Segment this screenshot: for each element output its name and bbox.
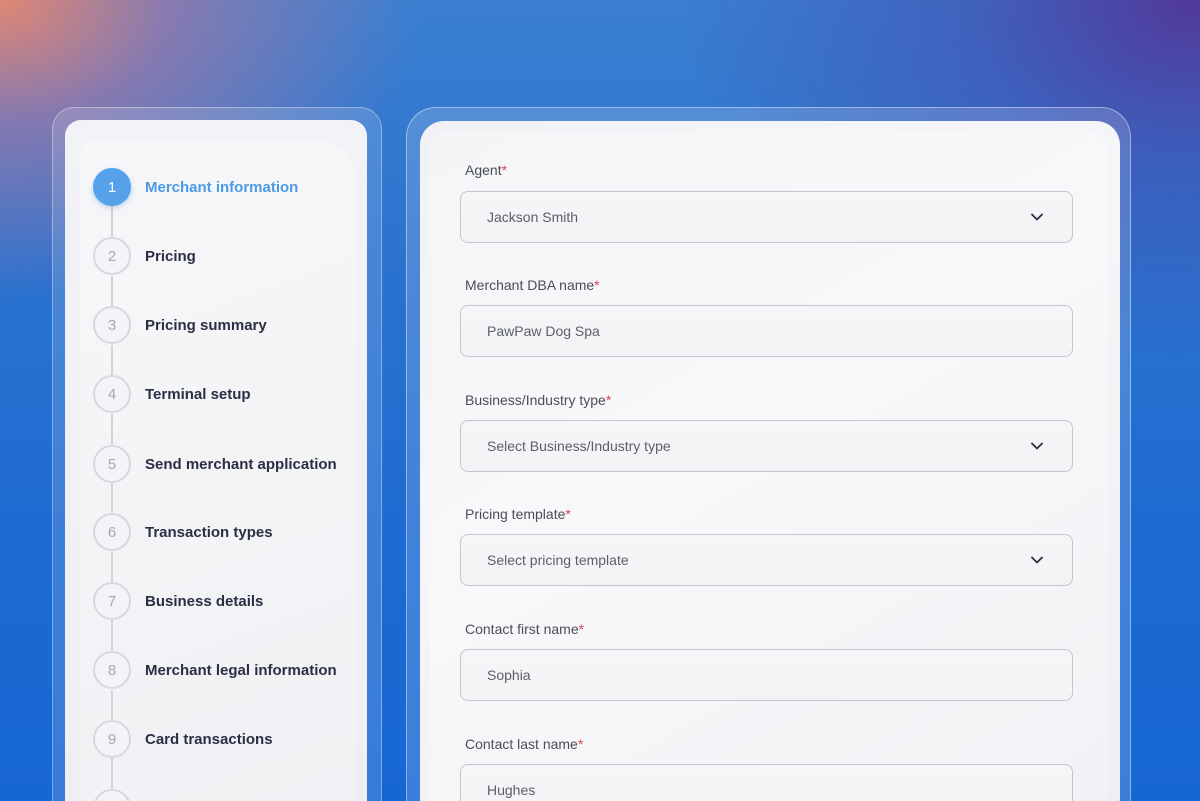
step-card-transactions[interactable]: 9 Card transactions bbox=[93, 720, 355, 758]
step-send-merchant-application[interactable]: 5 Send merchant application bbox=[93, 445, 355, 483]
industry-type-select[interactable]: Select Business/Industry type bbox=[460, 420, 1073, 472]
dba-name-value: PawPaw Dog Spa bbox=[487, 323, 600, 339]
step-business-details[interactable]: 7 Business details bbox=[93, 582, 355, 620]
step-label: Pricing bbox=[145, 247, 196, 265]
step-label: Pricing summary bbox=[145, 316, 267, 334]
agent-select-value: Jackson Smith bbox=[487, 209, 579, 225]
step-number: 6 bbox=[93, 513, 131, 551]
step-connector bbox=[111, 483, 113, 514]
contact-last-name-value: Hughes bbox=[487, 782, 536, 798]
step-label: Business details bbox=[145, 592, 264, 610]
step-merchant-information[interactable]: 1 Merchant information bbox=[93, 168, 355, 206]
step-connector bbox=[111, 414, 113, 445]
step-label: Card transactions bbox=[145, 730, 273, 748]
chevron-down-icon bbox=[1030, 439, 1044, 453]
dba-name-label: Merchant DBA name* bbox=[465, 277, 600, 293]
step-number bbox=[93, 789, 131, 801]
step-connector bbox=[111, 345, 113, 376]
industry-type-label: Business/Industry type* bbox=[465, 392, 612, 408]
contact-first-name-label: Contact first name* bbox=[465, 621, 585, 637]
agent-select[interactable]: Jackson Smith bbox=[460, 191, 1073, 243]
step-number: 4 bbox=[93, 375, 131, 413]
step-transaction-types[interactable]: 6 Transaction types bbox=[93, 513, 355, 551]
industry-type-placeholder: Select Business/Industry type bbox=[487, 438, 671, 454]
contact-first-name-input[interactable]: Sophia bbox=[460, 649, 1073, 701]
required-mark: * bbox=[565, 506, 571, 522]
step-label: Send merchant application bbox=[145, 455, 337, 473]
pricing-template-label: Pricing template* bbox=[465, 506, 571, 522]
contact-last-name-input[interactable]: Hughes bbox=[460, 764, 1073, 801]
step-pricing-summary[interactable]: 3 Pricing summary bbox=[93, 306, 355, 344]
required-mark: * bbox=[577, 736, 584, 752]
required-mark: * bbox=[501, 162, 508, 178]
step-connector bbox=[111, 620, 113, 651]
step-merchant-legal-information[interactable]: 8 Merchant legal information bbox=[93, 651, 355, 689]
step-number: 7 bbox=[93, 582, 131, 620]
contact-last-name-label: Contact last name* bbox=[465, 736, 584, 752]
contact-first-name-value: Sophia bbox=[487, 667, 531, 683]
step-label: Transaction types bbox=[145, 523, 273, 541]
required-mark: * bbox=[605, 392, 612, 408]
chevron-down-icon bbox=[1030, 553, 1044, 567]
step-number: 1 bbox=[93, 168, 131, 206]
step-label: Merchant information bbox=[145, 178, 299, 196]
chevron-down-icon bbox=[1030, 210, 1044, 224]
step-number: 8 bbox=[93, 651, 131, 689]
step-connector bbox=[111, 276, 113, 307]
pricing-template-select[interactable]: Select pricing template bbox=[460, 534, 1073, 586]
step-next-partial[interactable] bbox=[93, 789, 355, 801]
step-number: 9 bbox=[93, 720, 131, 758]
step-label: Merchant legal information bbox=[145, 661, 337, 679]
step-number: 5 bbox=[93, 445, 131, 483]
required-mark: * bbox=[594, 277, 600, 293]
step-number: 2 bbox=[93, 237, 131, 275]
step-connector bbox=[111, 552, 113, 582]
step-connector bbox=[111, 206, 113, 238]
step-connector bbox=[111, 690, 113, 720]
pricing-template-placeholder: Select pricing template bbox=[487, 552, 629, 568]
step-connector bbox=[111, 758, 113, 790]
step-number: 3 bbox=[93, 306, 131, 344]
step-terminal-setup[interactable]: 4 Terminal setup bbox=[93, 375, 355, 413]
step-pricing[interactable]: 2 Pricing bbox=[93, 237, 355, 275]
dba-name-input[interactable]: PawPaw Dog Spa bbox=[460, 305, 1073, 357]
step-label: Terminal setup bbox=[145, 385, 251, 403]
agent-label: Agent* bbox=[465, 162, 508, 178]
required-mark: * bbox=[578, 621, 585, 637]
